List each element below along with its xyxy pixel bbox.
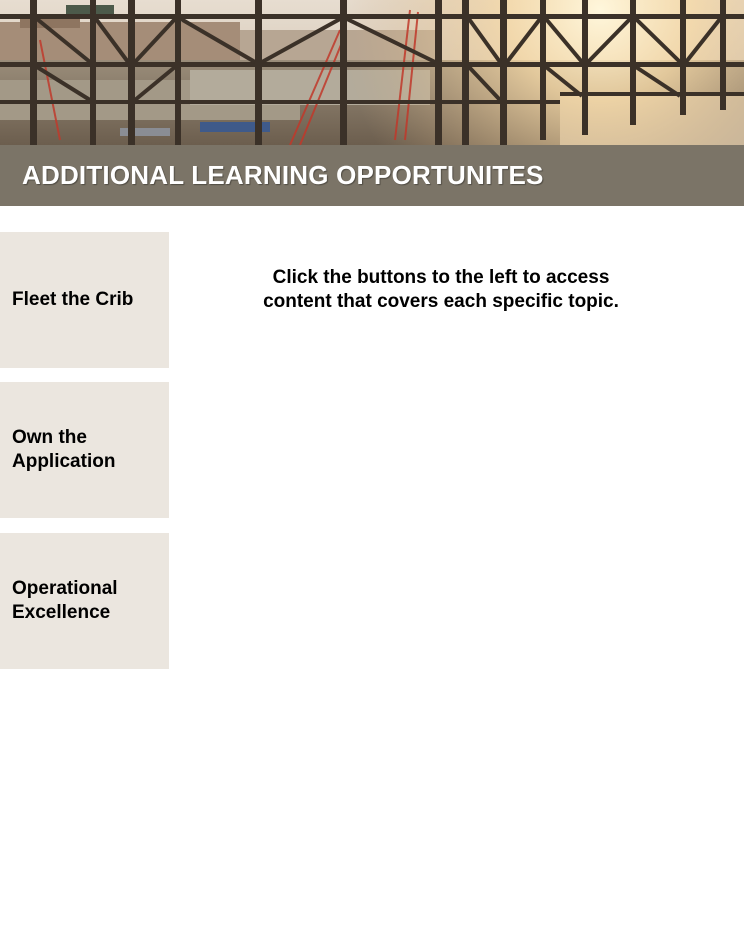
fleet-the-crib-button[interactable]: Fleet the Crib xyxy=(0,232,169,368)
construction-photo xyxy=(0,0,744,145)
nav-button-label: Operational Excellence xyxy=(12,578,118,623)
nav-button-label: Own the Application xyxy=(12,427,116,472)
instruction-line-1: Click the buttons to the left to access xyxy=(272,267,610,288)
page-title: ADDITIONAL LEARNING OPPORTUNITES xyxy=(22,160,544,190)
instruction-text: Click the buttons to the left to access … xyxy=(200,266,682,314)
nav-button-label: Fleet the Crib xyxy=(12,289,134,310)
instruction-line-2: content that covers each specific topic. xyxy=(263,291,619,312)
banner-image xyxy=(0,0,744,145)
operational-excellence-button[interactable]: Operational Excellence xyxy=(0,533,169,669)
own-the-application-button[interactable]: Own the Application xyxy=(0,382,169,518)
page: ADDITIONAL LEARNING OPPORTUNITES Fleet t… xyxy=(0,0,744,940)
title-bar: ADDITIONAL LEARNING OPPORTUNITES xyxy=(0,145,744,206)
